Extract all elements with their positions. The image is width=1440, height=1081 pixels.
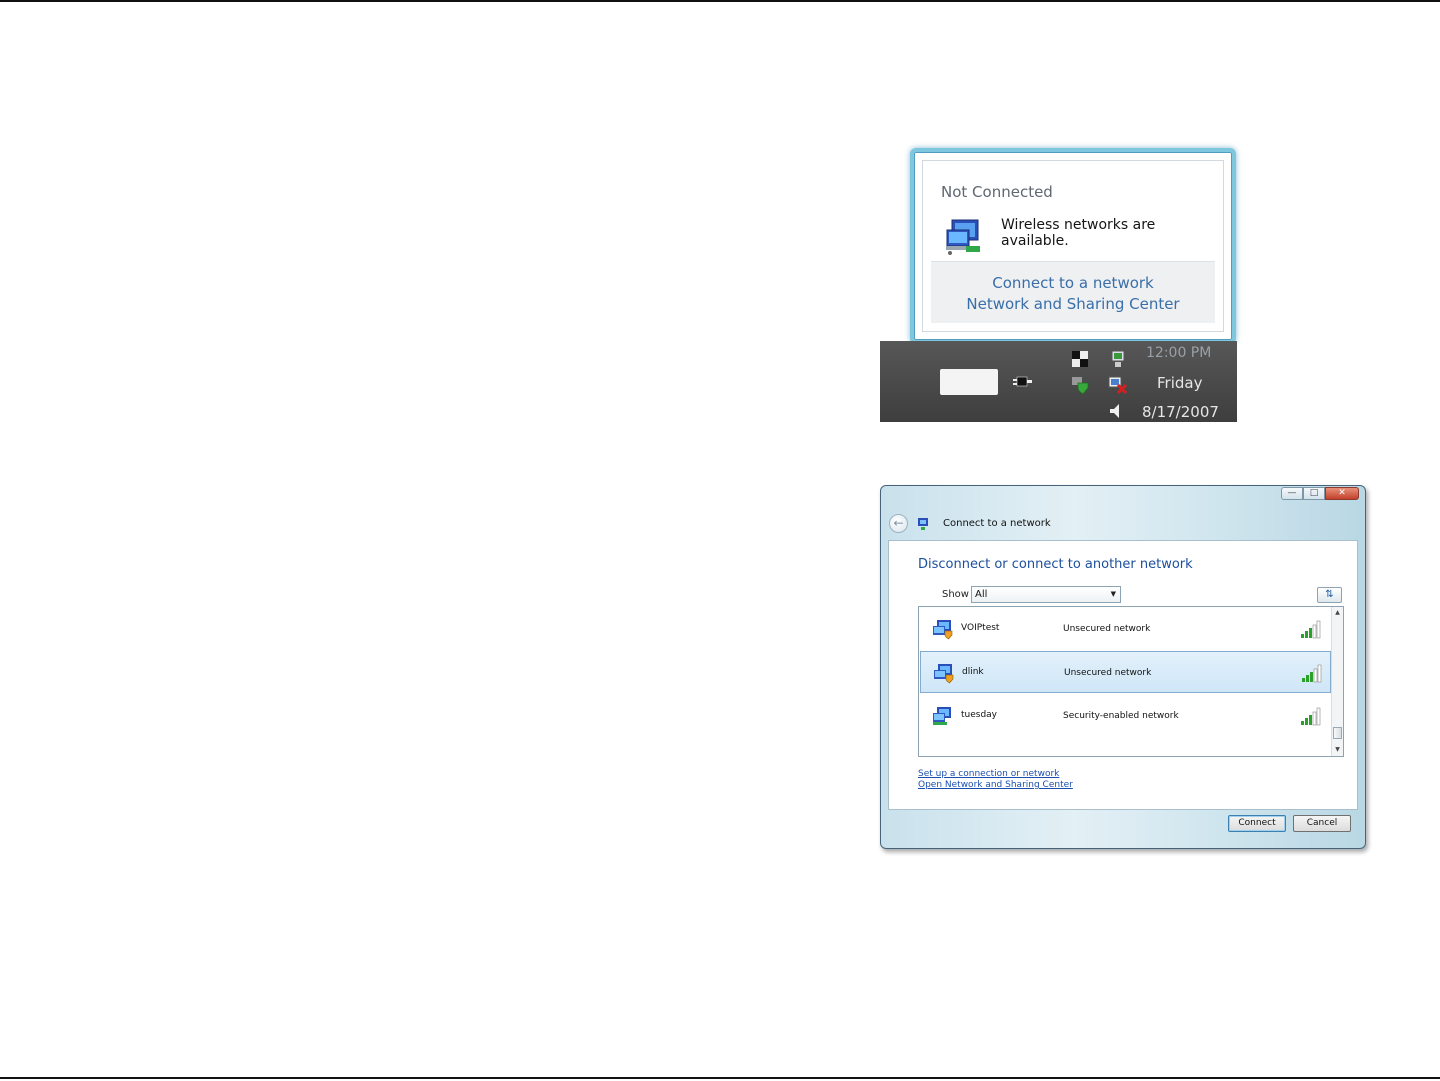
window-content: Disconnect or connect to another network… bbox=[888, 540, 1358, 810]
wireless-network-shield-icon bbox=[933, 620, 953, 640]
show-filter-dropdown[interactable]: All ▼ bbox=[971, 586, 1121, 603]
back-arrow-icon[interactable]: ← bbox=[889, 514, 908, 533]
wireless-network-icon bbox=[933, 707, 951, 725]
balloon-message: Wireless networks are available. bbox=[1001, 217, 1156, 249]
clock-time[interactable]: 12:00 PM bbox=[1146, 345, 1211, 361]
dialog-heading: Disconnect or connect to another network bbox=[918, 557, 1193, 572]
network-balloon: Not Connected Wireless networks are avai… bbox=[910, 148, 1236, 344]
network-tray-icon[interactable] bbox=[1108, 349, 1128, 369]
connect-to-network-link[interactable]: Connect to a network bbox=[931, 274, 1215, 292]
refresh-button[interactable]: ⇅ bbox=[1317, 587, 1342, 603]
chevron-down-icon: ▼ bbox=[1110, 590, 1116, 598]
cancel-button[interactable]: Cancel bbox=[1293, 815, 1351, 832]
network-list: VOIPtest Unsecured network dlink Unsecur… bbox=[918, 606, 1344, 757]
scroll-down-arrow-icon[interactable]: ▼ bbox=[1332, 744, 1343, 756]
signal-bars-icon bbox=[1301, 707, 1321, 726]
network-security: Unsecured network bbox=[1064, 668, 1152, 678]
network-sharing-center-link[interactable]: Network and Sharing Center bbox=[931, 295, 1215, 313]
network-security: Unsecured network bbox=[1063, 624, 1151, 634]
setup-connection-link[interactable]: Set up a connection or network bbox=[918, 769, 1059, 779]
open-sharing-center-link[interactable]: Open Network and Sharing Center bbox=[918, 780, 1073, 790]
maximize-button[interactable]: □ bbox=[1303, 487, 1325, 500]
network-row-tuesday[interactable]: tuesday Security-enabled network bbox=[920, 695, 1331, 737]
clock-date[interactable]: 8/17/2007 bbox=[1142, 403, 1219, 421]
security-shield-icon[interactable] bbox=[1070, 375, 1090, 395]
taskbar-blank-button[interactable] bbox=[940, 369, 998, 395]
network-row-voiptest[interactable]: VOIPtest Unsecured network bbox=[920, 608, 1331, 650]
show-filter-value: All bbox=[975, 589, 988, 600]
checkered-flag-icon[interactable] bbox=[1070, 349, 1090, 369]
network-title-icon bbox=[918, 518, 928, 530]
wireless-network-shield-icon bbox=[934, 664, 954, 684]
scroll-up-arrow-icon[interactable]: ▲ bbox=[1332, 607, 1343, 619]
network-computer-icon bbox=[946, 219, 980, 255]
connect-to-network-window: — □ ✕ ← Connect to a network Disconnect … bbox=[880, 485, 1366, 849]
notification-area-screenshot: Not Connected Wireless networks are avai… bbox=[880, 138, 1237, 422]
window-title: Connect to a network bbox=[943, 518, 1051, 529]
signal-bars-icon bbox=[1301, 620, 1321, 639]
network-row-dlink[interactable]: dlink Unsecured network bbox=[920, 651, 1331, 693]
network-name: VOIPtest bbox=[961, 623, 1000, 633]
power-plug-icon[interactable] bbox=[1011, 371, 1033, 391]
taskbar-tray: 12:00 PM Friday 8/17/2007 bbox=[880, 341, 1237, 422]
network-security: Security-enabled network bbox=[1063, 711, 1179, 721]
balloon-content: Not Connected Wireless networks are avai… bbox=[922, 160, 1224, 332]
network-name: tuesday bbox=[961, 710, 998, 720]
window-controls: — □ ✕ bbox=[1281, 487, 1359, 500]
network-name: dlink bbox=[962, 667, 984, 677]
scroll-thumb[interactable] bbox=[1333, 727, 1342, 739]
connect-button[interactable]: Connect bbox=[1228, 815, 1286, 832]
balloon-title: Not Connected bbox=[941, 183, 1053, 201]
minimize-button[interactable]: — bbox=[1281, 487, 1303, 500]
signal-bars-icon bbox=[1302, 664, 1322, 683]
page-top-rule bbox=[0, 0, 1440, 2]
close-button[interactable]: ✕ bbox=[1325, 487, 1359, 500]
page-bottom-rule bbox=[0, 1077, 1440, 1079]
clock-day[interactable]: Friday bbox=[1157, 374, 1202, 392]
speaker-volume-icon[interactable] bbox=[1106, 401, 1126, 421]
network-disconnected-icon[interactable] bbox=[1108, 375, 1128, 395]
network-list-scrollbar[interactable]: ▲ ▼ bbox=[1331, 607, 1343, 756]
refresh-arrows-icon: ⇅ bbox=[1325, 589, 1334, 600]
balloon-footer: Connect to a network Network and Sharing… bbox=[931, 261, 1215, 323]
show-label: Show bbox=[942, 589, 969, 600]
